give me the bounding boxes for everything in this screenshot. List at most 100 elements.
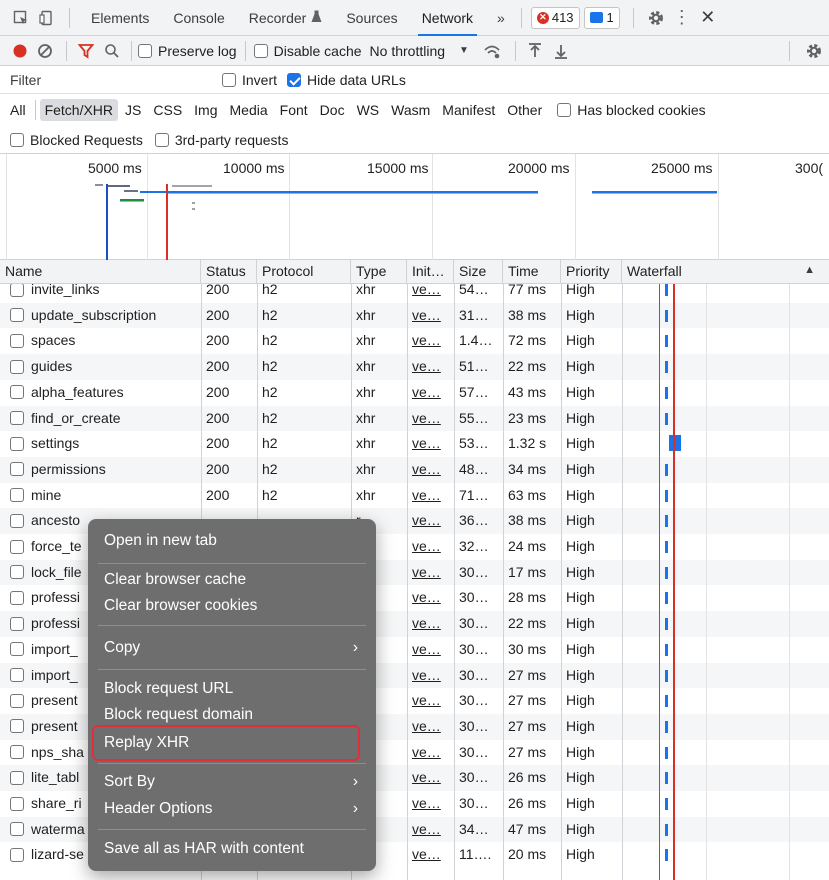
row-checkbox[interactable] <box>10 436 24 451</box>
row-checkbox[interactable] <box>10 668 24 682</box>
menu-copy[interactable]: Copy › <box>88 636 376 660</box>
type-font[interactable]: Font <box>275 99 313 121</box>
cell-initiator[interactable]: ve… <box>407 354 454 379</box>
menu-clear-browser-cache[interactable]: Clear browser cache <box>88 568 376 592</box>
close-icon[interactable]: ✕ <box>695 7 721 28</box>
cell-name[interactable]: permissions <box>0 457 201 482</box>
settings-gear-icon[interactable] <box>643 9 669 27</box>
cell-initiator[interactable]: ve… <box>407 663 454 688</box>
column-header-initiator[interactable]: Init… <box>407 260 454 284</box>
tab-network[interactable]: Network <box>410 0 485 36</box>
column-header-name[interactable]: Name <box>0 260 201 284</box>
checkbox-box[interactable] <box>557 103 572 117</box>
column-header-time[interactable]: Time <box>503 260 561 284</box>
menu-sort-by[interactable]: Sort By › <box>88 770 376 794</box>
menu-save-all-as-har[interactable]: Save all as HAR with content <box>88 837 376 861</box>
type-wasm[interactable]: Wasm <box>386 99 435 121</box>
cell-name[interactable]: spaces <box>0 328 201 353</box>
row-checkbox[interactable] <box>10 513 24 528</box>
cell-name[interactable]: settings <box>0 431 201 456</box>
row-checkbox[interactable] <box>10 385 24 400</box>
menu-clear-browser-cookies[interactable]: Clear browser cookies <box>88 594 376 618</box>
cell-initiator[interactable]: ve… <box>407 303 454 328</box>
cell-initiator[interactable]: ve… <box>407 688 454 713</box>
type-other[interactable]: Other <box>502 99 547 121</box>
checkbox-box[interactable] <box>253 43 268 58</box>
timeline-overview[interactable]: 5000 ms 10000 ms 15000 ms 20000 ms 25000… <box>0 154 829 260</box>
column-header-status[interactable]: Status <box>201 260 257 284</box>
cell-initiator[interactable]: ve… <box>407 765 454 790</box>
row-checkbox[interactable] <box>10 693 24 708</box>
cell-initiator[interactable]: ve… <box>407 328 454 353</box>
cell-initiator[interactable]: ve… <box>407 483 454 508</box>
table-row[interactable]: spaces 200 h2 xhr ve… 1.4… 72 ms High <box>0 328 829 354</box>
row-checkbox[interactable] <box>10 745 24 760</box>
device-toolbar-icon[interactable] <box>34 10 60 26</box>
column-header-size[interactable]: Size <box>454 260 503 284</box>
disable-cache-checkbox[interactable]: Disable cache <box>253 43 362 59</box>
errors-badge[interactable]: ✕ 413 <box>530 6 580 29</box>
row-checkbox[interactable] <box>10 333 24 348</box>
type-js[interactable]: JS <box>120 99 146 121</box>
type-doc[interactable]: Doc <box>315 99 350 121</box>
throttling-select[interactable]: No throttling ▼ <box>370 43 469 59</box>
cell-initiator[interactable]: ve… <box>407 740 454 765</box>
more-tabs-button[interactable]: » <box>485 0 517 36</box>
type-ws[interactable]: WS <box>352 99 385 121</box>
column-header-protocol[interactable]: Protocol <box>257 260 351 284</box>
tab-console[interactable]: Console <box>161 0 236 36</box>
menu-block-request-domain[interactable]: Block request domain <box>88 703 376 727</box>
row-checkbox[interactable] <box>10 796 24 811</box>
search-icon[interactable] <box>99 43 125 59</box>
more-options-icon[interactable]: ⋮ <box>669 7 695 28</box>
row-checkbox[interactable] <box>10 539 24 554</box>
blocked-requests-checkbox[interactable]: Blocked Requests <box>10 132 143 148</box>
row-checkbox[interactable] <box>10 488 24 503</box>
row-checkbox[interactable] <box>10 308 24 323</box>
row-checkbox[interactable] <box>10 282 24 297</box>
checkbox-box[interactable] <box>222 72 236 87</box>
cell-initiator[interactable]: ve… <box>407 508 454 533</box>
table-row[interactable]: alpha_features 200 h2 xhr ve… 57… 43 ms High <box>0 380 829 406</box>
menu-header-options[interactable]: Header Options › <box>88 797 376 821</box>
column-header-priority[interactable]: Priority <box>561 260 622 284</box>
cell-initiator[interactable]: ve… <box>407 560 454 585</box>
table-row[interactable]: update_subscription 200 h2 xhr ve… 31… 38 ms Hi… <box>0 302 829 329</box>
type-css[interactable]: CSS <box>148 99 187 121</box>
menu-open-in-new-tab[interactable]: Open in new tab <box>88 529 376 553</box>
clear-icon[interactable] <box>30 43 60 59</box>
cell-name[interactable]: update_subscription <box>0 303 201 328</box>
third-party-checkbox[interactable]: 3rd-party requests <box>154 132 288 148</box>
table-row[interactable]: guides 200 h2 xhr ve… 51… 22 ms High <box>0 354 829 380</box>
row-checkbox[interactable] <box>10 847 24 862</box>
cell-initiator[interactable]: ve… <box>407 637 454 662</box>
record-icon[interactable] <box>10 44 30 58</box>
cell-initiator[interactable]: ve… <box>407 457 454 482</box>
type-fetch-xhr[interactable]: Fetch/XHR <box>39 99 119 121</box>
cell-initiator[interactable]: ve… <box>407 791 454 816</box>
table-row[interactable]: find_or_create 200 h2 xhr ve… 55… 23 ms High <box>0 405 829 432</box>
checkbox-box[interactable] <box>10 132 24 147</box>
checkbox-box[interactable] <box>154 132 169 147</box>
table-row[interactable]: mine 200 h2 xhr ve… 71… 63 ms High <box>0 483 829 509</box>
has-blocked-cookies-checkbox[interactable]: Has blocked cookies <box>557 102 706 118</box>
messages-badge[interactable]: 1 <box>583 6 620 29</box>
type-media[interactable]: Media <box>225 99 273 121</box>
export-har-icon[interactable] <box>548 43 574 59</box>
inspect-element-icon[interactable] <box>8 10 34 26</box>
cell-initiator[interactable]: ve… <box>407 534 454 559</box>
checkbox-box-checked[interactable] <box>287 72 302 87</box>
column-header-type[interactable]: Type <box>351 260 407 284</box>
cell-initiator[interactable]: ve… <box>407 431 454 456</box>
cell-initiator[interactable]: ve… <box>407 842 454 867</box>
cell-name[interactable]: alpha_features <box>0 380 201 405</box>
row-checkbox[interactable] <box>10 822 24 837</box>
column-header-waterfall[interactable]: Waterfall <box>622 260 829 284</box>
row-checkbox[interactable] <box>10 565 24 580</box>
import-har-icon[interactable] <box>522 42 548 59</box>
network-conditions-icon[interactable] <box>475 43 509 59</box>
checkbox-box[interactable] <box>138 43 152 58</box>
row-checkbox[interactable] <box>10 719 24 734</box>
cell-initiator[interactable]: ve… <box>407 585 454 610</box>
hide-data-urls-checkbox[interactable]: Hide data URLs <box>287 72 406 88</box>
